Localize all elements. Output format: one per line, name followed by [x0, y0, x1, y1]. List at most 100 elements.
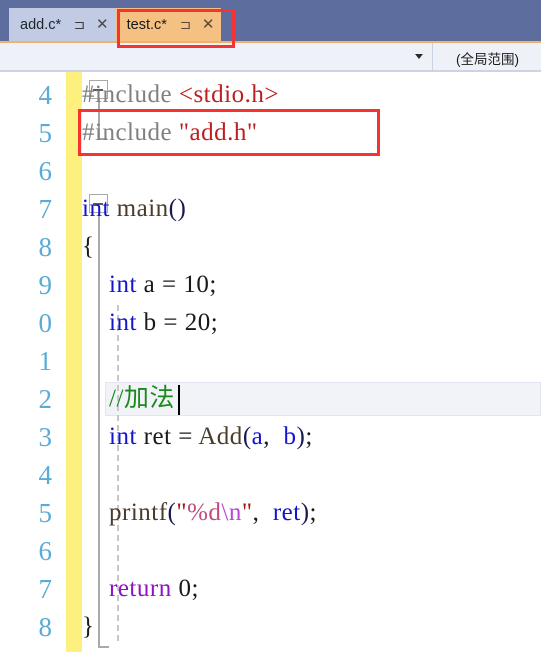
code-text[interactable]: printf("%d\n", ret);	[82, 494, 317, 532]
code-token: ()	[168, 195, 187, 222]
code-token: "	[241, 499, 253, 526]
line-number: 4	[38, 80, 53, 110]
code-token: )	[300, 499, 310, 526]
code-token: (	[242, 423, 252, 450]
code-text[interactable]: #include <stdio.h>	[82, 76, 279, 114]
code-token: #include	[82, 119, 179, 146]
code-text[interactable]: //加法	[82, 380, 175, 418]
code-token: ;	[305, 423, 313, 450]
code-text[interactable]: int b = 20;	[82, 304, 218, 342]
navigation-bar: (全局范围)	[0, 41, 541, 72]
code-line[interactable]: 6	[0, 532, 541, 570]
code-text[interactable]: #include "add.h"	[82, 114, 258, 152]
code-line[interactable]: 1	[0, 342, 541, 380]
code-line[interactable]: 7 int main()	[0, 190, 541, 228]
close-icon[interactable]: ✕	[96, 17, 109, 32]
code-token: a =	[136, 271, 184, 298]
code-token: printf	[109, 499, 168, 526]
code-text[interactable]: }	[82, 608, 95, 646]
member-dropdown[interactable]	[0, 43, 433, 72]
line-number: 3	[38, 422, 53, 452]
code-token: ;	[209, 271, 217, 298]
tab-label: test.c*	[126, 16, 167, 33]
code-line[interactable]: 3 int ret = Add(a, b);	[0, 418, 541, 456]
code-token: int	[109, 271, 137, 298]
line-number: 1	[38, 346, 53, 376]
line-number: 8	[38, 232, 53, 262]
fold-hook-main	[97, 646, 109, 648]
code-line[interactable]: 7 return 0;	[0, 570, 541, 608]
code-text[interactable]: int main()	[82, 190, 186, 228]
code-token: 10	[183, 271, 210, 298]
line-number: 6	[38, 156, 53, 186]
code-token: a	[251, 423, 264, 450]
code-token: }	[82, 613, 95, 640]
line-number: 7	[38, 194, 53, 224]
code-token: //	[109, 385, 124, 412]
code-token: ;	[210, 309, 219, 336]
code-line[interactable]: 9 int a = 10;	[0, 266, 541, 304]
line-number: 5	[38, 118, 53, 148]
line-number: 8	[38, 612, 53, 642]
code-token: )	[296, 423, 306, 450]
code-line[interactable]: 6	[0, 152, 541, 190]
code-token: b	[283, 423, 297, 450]
code-token: int	[109, 423, 137, 450]
code-editor[interactable]: 4 #include <stdio.h> 5 #include "add.h" 6 7 in…	[0, 72, 541, 652]
code-token: Add	[198, 423, 243, 450]
code-token: ;	[309, 499, 317, 526]
tab-test-c[interactable]: test.c* ⊐ ✕	[115, 8, 222, 41]
tab-label: add.c*	[20, 16, 62, 33]
code-token: "add.h"	[178, 119, 258, 146]
code-line[interactable]: 4	[0, 456, 541, 494]
scope-dropdown[interactable]: (全局范围)	[434, 43, 541, 72]
code-text[interactable]: {	[82, 228, 95, 266]
code-token: main	[116, 195, 169, 222]
line-number: 0	[38, 308, 53, 338]
chevron-down-icon[interactable]	[415, 54, 423, 59]
code-token: 20	[184, 309, 211, 336]
code-token: 0	[178, 575, 192, 602]
code-line[interactable]: 5 #include "add.h"	[0, 114, 541, 152]
line-number: 9	[38, 270, 53, 300]
line-number: 5	[38, 498, 53, 528]
line-number: 6	[38, 536, 53, 566]
code-token: return	[109, 575, 172, 602]
code-token: <stdio.h>	[178, 81, 279, 108]
code-line[interactable]: 4 #include <stdio.h>	[0, 76, 541, 114]
code-token: ret	[272, 499, 301, 526]
code-token: int	[109, 309, 137, 336]
code-token: ;	[191, 575, 199, 602]
code-line[interactable]: 8}	[0, 608, 541, 646]
code-line[interactable]: 8{	[0, 228, 541, 266]
tab-add-c[interactable]: add.c* ⊐ ✕	[9, 8, 116, 41]
close-icon[interactable]: ✕	[202, 17, 215, 32]
code-token: \n	[221, 499, 242, 526]
code-token: {	[82, 233, 95, 260]
tab-strip: add.c* ⊐ ✕ test.c* ⊐ ✕	[0, 0, 541, 41]
code-line[interactable]: 2 //加法	[0, 380, 541, 418]
code-text[interactable]: int ret = Add(a, b);	[82, 418, 313, 456]
pin-icon[interactable]: ⊐	[74, 18, 85, 31]
scope-value: (全局范围)	[456, 51, 519, 67]
vs-editor-window: add.c* ⊐ ✕ test.c* ⊐ ✕ (全局范围) 4 #include…	[0, 0, 541, 652]
code-token: ret =	[136, 423, 199, 450]
text-caret	[178, 385, 180, 415]
line-number: 4	[38, 460, 53, 490]
code-token: "	[176, 499, 188, 526]
code-text[interactable]: int a = 10;	[82, 266, 217, 304]
pin-icon[interactable]: ⊐	[180, 18, 191, 31]
code-token: ,	[252, 499, 273, 526]
code-token: #include	[82, 81, 179, 108]
code-text[interactable]: return 0;	[82, 570, 199, 608]
code-token: int	[82, 195, 110, 222]
code-line[interactable]: 5 printf("%d\n", ret);	[0, 494, 541, 532]
code-line[interactable]: 0 int b = 20;	[0, 304, 541, 342]
